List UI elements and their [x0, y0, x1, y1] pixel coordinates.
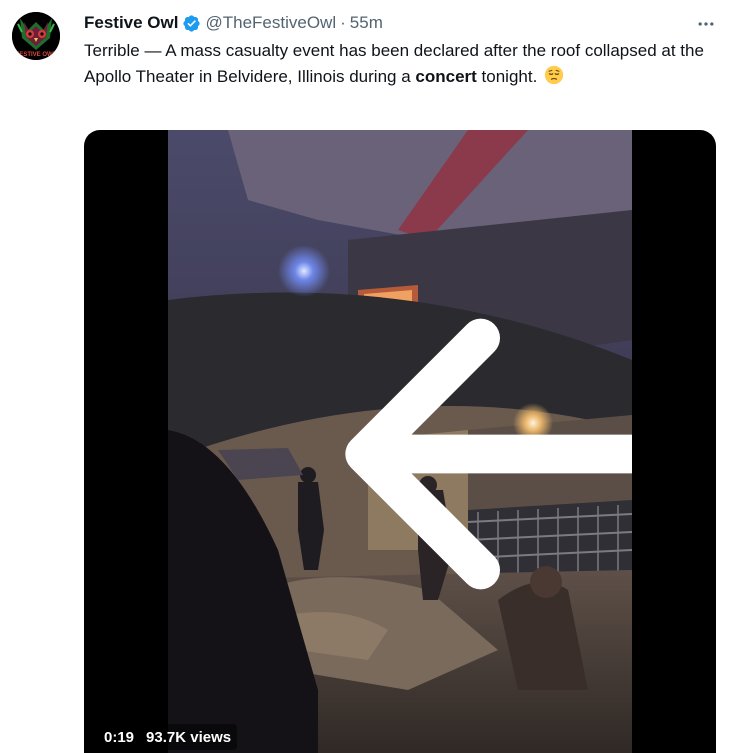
owl-avatar-icon: FESTIVE OWL: [12, 12, 60, 60]
video-info-overlay: 0:19 93.7K views: [98, 724, 238, 750]
tweet-header: Festive Owl @TheFestiveOwl · 55m: [84, 11, 383, 35]
display-name[interactable]: Festive Owl: [84, 13, 178, 33]
more-options-button[interactable]: [694, 12, 718, 36]
tweet-text-part: Terrible — A mass casualty event has bee…: [84, 41, 704, 86]
avatar-logo-text: FESTIVE OWL: [16, 52, 57, 58]
video-player[interactable]: 0:19 93.7K views: [84, 130, 716, 753]
tweet-text-part: tonight.: [476, 67, 538, 86]
back-arrow-icon[interactable]: [268, 134, 632, 753]
video-frame: [168, 130, 632, 753]
verified-badge-icon[interactable]: [182, 14, 201, 33]
tweet-text: Terrible — A mass casualty event has bee…: [84, 38, 704, 90]
pensive-face-emoji-icon: [544, 65, 564, 85]
timestamp[interactable]: 55m: [350, 13, 383, 33]
avatar[interactable]: FESTIVE OWL: [12, 12, 60, 60]
tweet-text-bold: concert: [415, 67, 477, 86]
tweet[interactable]: FESTIVE OWL Festive Owl @TheFestiveOwl ·…: [0, 0, 732, 753]
video-view-count: 93.7K views: [146, 728, 232, 746]
handle[interactable]: @TheFestiveOwl: [205, 13, 336, 33]
video-elapsed-time: 0:19: [104, 728, 135, 746]
separator-dot: ·: [340, 13, 346, 32]
more-horizontal-icon: [698, 22, 714, 26]
